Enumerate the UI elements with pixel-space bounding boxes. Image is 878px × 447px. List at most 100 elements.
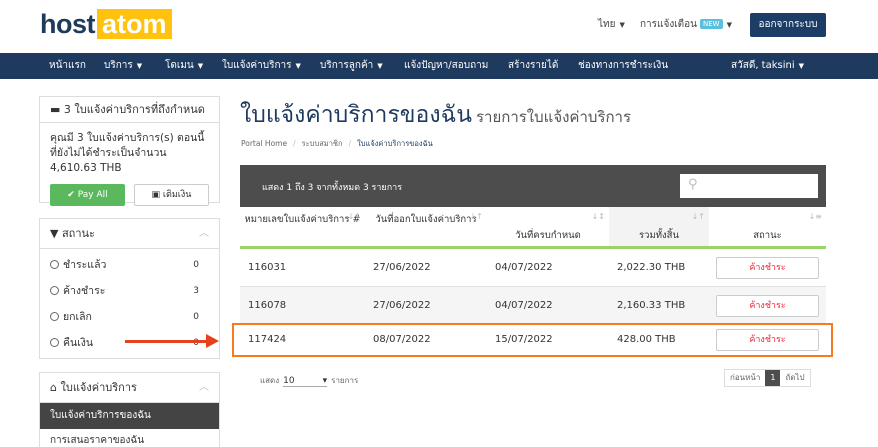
nav-services[interactable]: บริการ ▼ [104, 53, 142, 79]
chevron-down-icon: ▼ [726, 21, 732, 29]
nav-services-label: บริการ [104, 60, 133, 71]
status-refunded[interactable]: คืนเงิน 0 [40, 330, 219, 356]
radio-icon [50, 338, 59, 347]
language-dropdown[interactable]: ไทย ▼ [598, 17, 625, 32]
nav-support-label: บริการลูกค้า [320, 60, 374, 71]
breadcrumb-client-area[interactable]: ระบบสมาชิก [302, 139, 343, 148]
col-invoice-number-label: หมายเลขใบแจ้งค่าบริการ # [244, 214, 361, 225]
top-header: host atom ไทย ▼ การแจ้งเตือน NEW ▼ ออกจากระบ… [0, 0, 878, 53]
nav-domains[interactable]: โดเมน ▼ [165, 53, 203, 79]
billing-menu-title: ใบแจ้งค่าบริการ [60, 381, 137, 394]
table-header: หมายเลขใบแจ้งค่าบริการ # ↓↑ วันที่ออกใบแจ… [240, 207, 826, 249]
due-invoices-panel: ▬ 3 ใบแจ้งค่าบริการที่ถึงกำหนด คุณมี 3 ใ… [39, 96, 220, 206]
status-paid-label: ชำระแล้ว [63, 259, 107, 271]
invoice-id: 116078 [248, 300, 287, 311]
col-status[interactable]: สถานะ ↓≡ [709, 207, 826, 246]
col-issue-date[interactable]: วันที่ออกใบแจ้งค่าบริการ ↓↑ [365, 207, 487, 246]
invoice-issued-date: 27/06/2022 [373, 262, 431, 273]
logout-button[interactable]: ออกจากระบบ [750, 13, 826, 37]
filter-icon: ▼ [50, 227, 59, 240]
col-invoice-number[interactable]: หมายเลขใบแจ้งค่าบริการ # ↓↑ [240, 207, 365, 246]
col-total[interactable]: รวมทั้งสิ้น ↓↑ [609, 207, 709, 246]
nav-user-menu[interactable]: สวัสดี, taksini ▼ [731, 53, 804, 79]
add-funds-button[interactable]: ▣ เติมเงิน [133, 184, 209, 206]
nav-billing-label: ใบแจ้งค่าบริการ [222, 60, 292, 71]
page-title: ใบแจ้งค่าบริการของฉัน รายการใบแจ้งค่าบริก… [240, 97, 631, 133]
entries-label: รายการ [331, 376, 359, 385]
bank-icon: ⌂ [50, 381, 57, 394]
breadcrumb: Portal Home / ระบบสมาชิก / ใบแจ้งค่าบริการขอ… [241, 138, 433, 150]
pay-all-label: Pay All [77, 190, 108, 200]
due-invoices-text: คุณมี 3 ใบแจ้งค่าบริการ(s) ตอนนี้ที่ยังไ… [50, 132, 205, 174]
highlight-box [232, 323, 833, 357]
page-length-select[interactable]: 10 ▾ [283, 376, 328, 387]
add-funds-label: เติมเงิน [162, 190, 192, 200]
sort-icon: ↓↑ [347, 212, 361, 221]
nav-billing[interactable]: ใบแจ้งค่าบริการ ▼ [222, 53, 301, 79]
status-unpaid-label: ค้างชำระ [63, 285, 106, 297]
col-due-date-label: วันที่ครบกำหนด [515, 230, 581, 241]
status-cancelled[interactable]: ยกเลิก 0 [40, 304, 219, 330]
table-search-input[interactable]: ⚲ [680, 174, 818, 198]
hostatom-logo[interactable]: host atom [40, 9, 172, 39]
radio-icon [50, 286, 59, 295]
money-icon: ▣ [151, 190, 161, 200]
billing-menu-panel: ⌂ ใบแจ้งค่าบริการ ︿ ใบแจ้งค่าบริการของฉั… [39, 372, 220, 447]
breadcrumb-separator: / [293, 139, 296, 148]
pagination: ก่อนหน้า 1 ถัดไป [724, 369, 811, 387]
nav-home[interactable]: หน้าแรก [49, 53, 86, 79]
invoice-id: 116031 [248, 262, 287, 273]
chevron-down-icon: ▼ [377, 62, 383, 70]
nav-tickets[interactable]: แจ้งปัญหา/สอบถาม [404, 53, 488, 79]
pagination-page[interactable]: 1 [765, 370, 781, 386]
arrow-head-icon [206, 334, 219, 348]
status-filter-title: สถานะ [61, 227, 95, 240]
check-circle-icon: ✔ [67, 190, 75, 200]
col-status-label: สถานะ [753, 230, 782, 241]
status-unpaid[interactable]: ค้างชำระ 3 [40, 278, 219, 304]
sort-icon: ↓≡ [808, 212, 822, 221]
notifications-label: การแจ้งเตือน [640, 19, 697, 30]
col-due-date[interactable]: วันที่ครบกำหนด ↓↕ [487, 207, 609, 246]
chevron-up-icon: ︿ [199, 228, 209, 239]
status-paid[interactable]: ชำระแล้ว 0 [40, 252, 219, 278]
table-row[interactable]: 116078 27/06/2022 04/07/2022 2,160.33 TH… [240, 287, 826, 325]
billing-menu-header[interactable]: ⌂ ใบแจ้งค่าบริการ ︿ [40, 373, 219, 403]
status-cancelled-count: 0 [193, 312, 199, 322]
status-filter-header[interactable]: ▼ สถานะ ︿ [40, 219, 219, 249]
pay-all-button[interactable]: ✔ Pay All [50, 184, 125, 206]
due-actions: ✔ Pay All ▣ เติมเงิน [40, 184, 219, 206]
status-unpaid-count: 3 [193, 286, 199, 296]
status-paid-count: 0 [193, 260, 199, 270]
page-length-control: แสดง 10 ▾ รายการ [260, 374, 358, 387]
nav-support[interactable]: บริการลูกค้า ▼ [320, 53, 383, 79]
sort-icon: ↓↑ [691, 212, 705, 221]
page-subtitle: รายการใบแจ้งค่าบริการ [475, 108, 632, 126]
language-label: ไทย [598, 19, 616, 30]
status-badge[interactable]: ค้างชำระ [716, 295, 819, 317]
pagination-next[interactable]: ถัดไป [780, 370, 809, 386]
chevron-up-icon: ︿ [199, 382, 209, 393]
status-badge[interactable]: ค้างชำระ [716, 257, 819, 279]
radio-icon [50, 312, 59, 321]
sort-asc-icon: ↓↕ [591, 212, 605, 221]
nav-payment-channels[interactable]: ช่องทางการชำระเงิน [578, 53, 668, 79]
show-label: แสดง [260, 376, 280, 385]
menu-my-invoices[interactable]: ใบแจ้งค่าบริการของฉัน [40, 403, 219, 429]
nav-affiliates[interactable]: สร้างรายได้ [508, 53, 558, 79]
table-row[interactable]: 116031 27/06/2022 04/07/2022 2,022.30 TH… [240, 249, 826, 287]
due-invoices-header: ▬ 3 ใบแจ้งค่าบริการที่ถึงกำหนด [40, 97, 219, 123]
search-icon: ⚲ [688, 177, 698, 192]
menu-my-quotes[interactable]: การเสนอราคาของฉัน [40, 429, 219, 447]
breadcrumb-home[interactable]: Portal Home [241, 139, 287, 148]
pagination-prev[interactable]: ก่อนหน้า [725, 370, 765, 386]
breadcrumb-separator: / [348, 139, 352, 148]
nav-domains-label: โดเมน [165, 60, 194, 71]
breadcrumb-current: ใบแจ้งค่าบริการของฉัน [357, 139, 433, 148]
col-total-label: รวมทั้งสิ้น [639, 230, 679, 241]
chevron-down-icon: ▼ [197, 62, 204, 70]
notifications-dropdown[interactable]: การแจ้งเตือน NEW ▼ [640, 17, 732, 32]
col-issue-date-label: วันที่ออกใบแจ้งค่าบริการ [375, 214, 477, 225]
chevron-down-icon: ▾ [322, 376, 328, 386]
chevron-down-icon: ▼ [619, 21, 625, 29]
